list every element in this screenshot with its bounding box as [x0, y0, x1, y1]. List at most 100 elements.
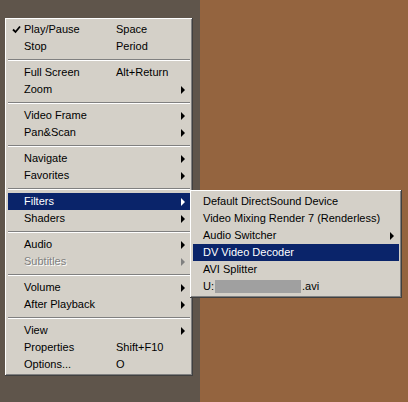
- menu-item-label: Video Frame: [24, 107, 116, 124]
- submenu-item-label: Default DirectSound Device: [203, 193, 338, 210]
- check-cell: [8, 124, 24, 141]
- check-cell: [8, 322, 24, 339]
- menu-item-label: Navigate: [24, 150, 116, 167]
- submenu-arrow-icon: [181, 129, 185, 137]
- submenu-arrow-cell: [176, 301, 190, 309]
- menu-separator: [8, 227, 190, 236]
- menu-item-label: Play/Pause: [24, 21, 116, 38]
- submenu-item-label: AVI Splitter: [203, 261, 257, 278]
- menu-item-content: Pan&Scan: [8, 124, 190, 141]
- submenu-arrow-icon: [181, 155, 185, 163]
- menu-item-label: Pan&Scan: [24, 124, 116, 141]
- menu-item[interactable]: AVI Splitter: [193, 261, 399, 278]
- menu-item[interactable]: Full ScreenAlt+Return: [8, 64, 190, 81]
- menu-item[interactable]: Navigate: [8, 150, 190, 167]
- menu-item-content: Play/PauseSpace: [8, 21, 190, 38]
- menu-item-label: Full Screen: [24, 64, 116, 81]
- menu-item[interactable]: Video Frame: [8, 107, 190, 124]
- check-icon: [12, 25, 21, 34]
- redacted-block: [215, 280, 301, 293]
- separator-line: [8, 274, 190, 276]
- menu-item-content: View: [8, 322, 190, 339]
- menu-item[interactable]: U:.avi: [193, 278, 399, 295]
- submenu-item-content: DV Video Decoder: [193, 244, 399, 261]
- submenu-arrow-icon: [181, 215, 185, 223]
- submenu-arrow-cell: [176, 284, 190, 292]
- menu-item[interactable]: Shaders: [8, 210, 190, 227]
- separator-line: [8, 231, 190, 233]
- menu-item-label: Filters: [24, 193, 116, 210]
- submenu-arrow-cell: [385, 232, 399, 240]
- submenu-arrow-cell: [176, 172, 190, 180]
- file-suffix: .avi: [302, 278, 319, 295]
- menu-item[interactable]: Filters: [8, 193, 190, 210]
- menu-item[interactable]: Subtitles: [8, 253, 190, 270]
- menu-item[interactable]: Play/PauseSpace: [8, 21, 190, 38]
- menu-item[interactable]: Audio Switcher: [193, 227, 399, 244]
- menu-item[interactable]: DV Video Decoder: [193, 244, 399, 261]
- submenu-item-content: AVI Splitter: [193, 261, 399, 278]
- menu-item[interactable]: PropertiesShift+F10: [8, 339, 190, 356]
- submenu-arrow-icon: [181, 198, 185, 206]
- submenu-arrow-icon: [390, 232, 394, 240]
- filters-submenu: Default DirectSound DeviceVideo Mixing R…: [190, 190, 402, 298]
- submenu-item-label-wrap: DV Video Decoder: [203, 244, 385, 261]
- menu-item-content: Favorites: [8, 167, 190, 184]
- menu-item[interactable]: Default DirectSound Device: [193, 193, 399, 210]
- menu-item[interactable]: Options...O: [8, 356, 190, 373]
- menu-item[interactable]: Video Mixing Render 7 (Renderless): [193, 210, 399, 227]
- menu-item[interactable]: Zoom: [8, 81, 190, 98]
- submenu-arrow-icon: [181, 112, 185, 120]
- menu-item-content: PropertiesShift+F10: [8, 339, 190, 356]
- submenu-arrow-icon: [181, 284, 185, 292]
- separator-line: [8, 59, 190, 61]
- submenu-item-content: Video Mixing Render 7 (Renderless): [193, 210, 399, 227]
- menu-item[interactable]: StopPeriod: [8, 38, 190, 55]
- menu-separator: [8, 55, 190, 64]
- context-menu: Play/PauseSpaceStopPeriod Full ScreenAlt+…: [5, 18, 193, 376]
- check-cell: [8, 193, 24, 210]
- menu-item-label: Favorites: [24, 167, 116, 184]
- submenu-arrow-cell: [176, 198, 190, 206]
- submenu-item-content: U:.avi: [193, 278, 399, 295]
- menu-separator: [8, 98, 190, 107]
- menu-item[interactable]: Favorites: [8, 167, 190, 184]
- submenu-arrow-icon: [181, 301, 185, 309]
- menu-item[interactable]: After Playback: [8, 296, 190, 313]
- check-cell: [8, 38, 24, 55]
- menu-item-content: Volume: [8, 279, 190, 296]
- check-cell: [8, 356, 24, 373]
- menu-item-label: Options...: [24, 356, 116, 373]
- submenu-arrow-cell: [176, 86, 190, 94]
- menu-item-content: Subtitles: [8, 253, 190, 270]
- menu-item-content: Navigate: [8, 150, 190, 167]
- menu-item[interactable]: Audio: [8, 236, 190, 253]
- separator-line: [8, 317, 190, 319]
- submenu-arrow-icon: [181, 327, 185, 335]
- menu-item-content: Full ScreenAlt+Return: [8, 64, 190, 81]
- submenu-item-content: Default DirectSound Device: [193, 193, 399, 210]
- menu-item[interactable]: Volume: [8, 279, 190, 296]
- menu-item-content: Audio: [8, 236, 190, 253]
- menu-separator: [8, 141, 190, 150]
- menu-item-content: StopPeriod: [8, 38, 190, 55]
- submenu-arrow-cell: [176, 155, 190, 163]
- menu-item-content: Shaders: [8, 210, 190, 227]
- submenu-item-label: Audio Switcher: [203, 227, 276, 244]
- submenu-item-label-wrap: Audio Switcher: [203, 227, 385, 244]
- check-cell: [8, 236, 24, 253]
- check-cell: [8, 167, 24, 184]
- menu-item-shortcut: Period: [116, 38, 176, 55]
- submenu-arrow-cell: [176, 327, 190, 335]
- menu-item-shortcut: Alt+Return: [116, 64, 176, 81]
- menu-separator: [8, 313, 190, 322]
- submenu-item-content: Audio Switcher: [193, 227, 399, 244]
- submenu-arrow-icon: [181, 241, 185, 249]
- submenu-arrow-cell: [176, 258, 190, 266]
- submenu-arrow-icon: [181, 86, 185, 94]
- separator-line: [8, 102, 190, 104]
- submenu-item-label-wrap: U:.avi: [203, 278, 385, 295]
- menu-item[interactable]: Pan&Scan: [8, 124, 190, 141]
- menu-item[interactable]: View: [8, 322, 190, 339]
- menu-item-content: Zoom: [8, 81, 190, 98]
